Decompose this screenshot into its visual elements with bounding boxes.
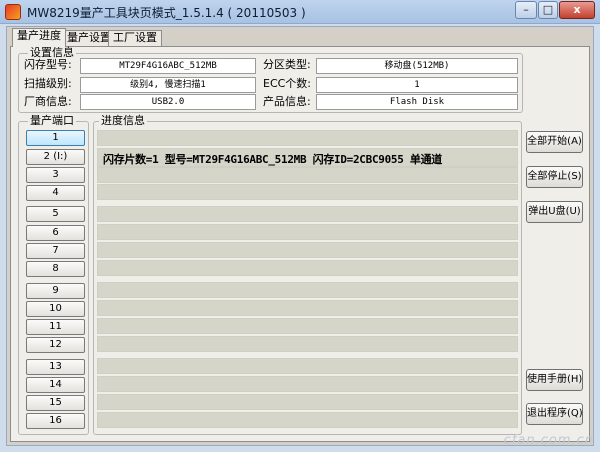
port-button-14[interactable]: 14 bbox=[26, 377, 85, 393]
flash-type-field: MT29F4G16ABC_512MB bbox=[80, 58, 256, 74]
progress-row-4 bbox=[97, 184, 518, 200]
progress-row-10 bbox=[97, 300, 518, 316]
port-button-2[interactable]: 2 (I:) bbox=[26, 149, 85, 165]
partition-label: 分区类型: bbox=[263, 58, 311, 71]
ecc-field: 1 bbox=[316, 77, 518, 93]
scan-level-label: 扫描级别: bbox=[24, 77, 72, 90]
exit-button[interactable]: 退出程序(Q) bbox=[526, 403, 583, 425]
progress-row-3 bbox=[97, 167, 518, 183]
progress-row-15 bbox=[97, 394, 518, 410]
close-button[interactable]: x bbox=[559, 1, 595, 19]
port-button-8[interactable]: 8 bbox=[26, 261, 85, 277]
progress-row-11 bbox=[97, 318, 518, 334]
product-field: Flash Disk bbox=[316, 94, 518, 110]
port-button-15[interactable]: 15 bbox=[26, 395, 85, 411]
port-button-4[interactable]: 4 bbox=[26, 185, 85, 201]
vendor-label: 厂商信息: bbox=[24, 95, 72, 108]
tab-factory[interactable]: 工厂设置 bbox=[108, 30, 162, 46]
scan-level-field: 级别4, 慢速扫描1 bbox=[80, 77, 256, 93]
vendor-field: USB2.0 bbox=[80, 94, 256, 110]
port-button-11[interactable]: 11 bbox=[26, 319, 85, 335]
app-icon bbox=[5, 4, 21, 20]
manual-button[interactable]: 使用手册(H) bbox=[526, 369, 583, 391]
maximize-button[interactable]: □ bbox=[538, 1, 558, 19]
port-button-13[interactable]: 13 bbox=[26, 359, 85, 375]
eject-u-disk-button[interactable]: 弹出U盘(U) bbox=[526, 201, 583, 223]
progress-row-7 bbox=[97, 242, 518, 258]
minimize-button[interactable]: – bbox=[515, 1, 537, 19]
ecc-label: ECC个数: bbox=[263, 77, 312, 90]
port-button-9[interactable]: 9 bbox=[26, 283, 85, 299]
ports-group-title: 量产端口 bbox=[28, 114, 76, 127]
port-button-1[interactable]: 1 bbox=[26, 130, 85, 146]
port-button-16[interactable]: 16 bbox=[26, 413, 85, 429]
progress-row-5 bbox=[97, 206, 518, 222]
progress-row-14 bbox=[97, 376, 518, 392]
progress-row-12 bbox=[97, 336, 518, 352]
start-all-button[interactable]: 全部开始(A) bbox=[526, 131, 583, 153]
watermark: cfan.com.cn bbox=[503, 433, 594, 448]
progress-row-13 bbox=[97, 358, 518, 374]
progress-row-1 bbox=[97, 130, 518, 146]
product-label: 产品信息: bbox=[263, 95, 311, 108]
tab-progress[interactable]: 量产进度 bbox=[12, 28, 66, 47]
progress-row-8 bbox=[97, 260, 518, 276]
partition-field: 移动盘(512MB) bbox=[316, 58, 518, 74]
progress-row-16 bbox=[97, 412, 518, 428]
progress-group-title: 进度信息 bbox=[99, 114, 147, 127]
progress-row-6 bbox=[97, 224, 518, 240]
progress-row-9 bbox=[97, 282, 518, 298]
port-button-10[interactable]: 10 bbox=[26, 301, 85, 317]
window-title: MW8219量产工具块页模式_1.5.1.4 ( 20110503 ) bbox=[27, 6, 306, 20]
port-button-12[interactable]: 12 bbox=[26, 337, 85, 353]
port-button-5[interactable]: 5 bbox=[26, 206, 85, 222]
port-button-7[interactable]: 7 bbox=[26, 243, 85, 259]
port-button-6[interactable]: 6 bbox=[26, 225, 85, 241]
progress-row-2-text: 闪存片数=1 型号=MT29F4G16ABC_512MB 闪存ID=2CBC90… bbox=[103, 153, 442, 166]
stop-all-button[interactable]: 全部停止(S) bbox=[526, 166, 583, 188]
flash-type-label: 闪存型号: bbox=[24, 58, 72, 71]
port-button-3[interactable]: 3 bbox=[26, 167, 85, 183]
